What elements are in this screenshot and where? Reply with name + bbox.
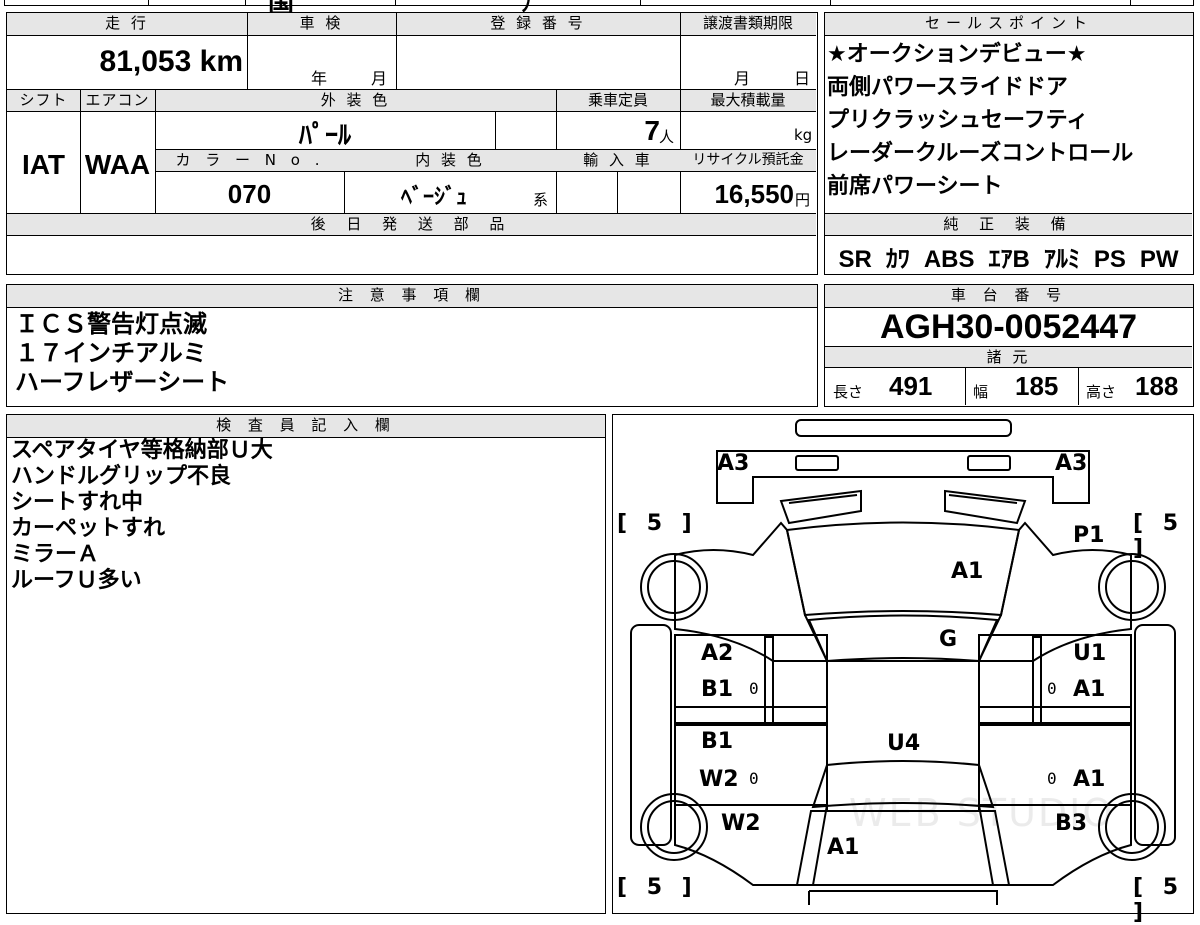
- equipment-item: ｶﾜ: [885, 246, 910, 273]
- vehicle-info-table: 走 行 車 検 登 録 番 号 譲渡書類期限 81,053 km 年 月 月 日…: [6, 12, 818, 275]
- mark-door-fl-1: A2: [701, 641, 734, 666]
- inspector-line: ミラーＡ: [11, 542, 100, 567]
- equipment-item: ABS: [923, 246, 975, 273]
- damage-diagram: A3 A3 [ 5 ] [ 5 ] [ 5 ] [ 5 ] P1 A1 G A2…: [612, 414, 1194, 925]
- interior-color-suffix: 系: [533, 191, 549, 209]
- equipment-item: ｴｱB: [988, 246, 1030, 273]
- mark-door-fl-2: B1: [701, 677, 734, 702]
- inspector-line: カーペットすれ: [11, 516, 166, 541]
- inspector-line: スペアタイヤ等格納部Ｕ大: [11, 438, 273, 463]
- sales-point-item: レーダークルーズコントロール: [827, 141, 1134, 166]
- mark-roof: U4: [887, 731, 921, 756]
- max-load-label: 最大積載量: [680, 90, 816, 111]
- shift-value: IAT: [21, 149, 66, 180]
- mark-door-fr-1: U1: [1073, 641, 1107, 666]
- specs-header: 諸 元: [825, 347, 1192, 367]
- capacity-label: 乗車定員: [556, 90, 680, 111]
- mark-tire-rl: [ 5 ]: [617, 875, 698, 900]
- length-value: 491: [889, 371, 933, 401]
- sales-point-item: 前席パワーシート: [827, 174, 1003, 199]
- recycle-unit: 円: [795, 191, 811, 209]
- inspector-line: ルーフＵ多い: [11, 568, 142, 593]
- length-label: 長さ: [833, 383, 864, 401]
- interior-color-label: 内 装 色: [344, 150, 556, 171]
- equipment-item: PS: [1093, 246, 1126, 273]
- recycle-value: 16,550: [714, 179, 794, 209]
- sales-points-list: ★オークションデビュー★ 両側パワースライドドア プリクラッシュセーフティレーダーク…: [825, 36, 1193, 203]
- max-load-unit: kg: [794, 126, 813, 144]
- color-no-label: カ ラ ー N o .: [156, 150, 344, 171]
- width-value: 185: [1015, 371, 1059, 401]
- mark-door-rl-2: W2: [699, 767, 739, 792]
- later-parts-label: 後 日 発 送 部 品: [7, 214, 816, 235]
- mark-windshield: G: [939, 627, 958, 652]
- note-line: ＩＣＳ警告灯点滅: [15, 310, 207, 338]
- mark-door-rl-1: B1: [701, 729, 734, 754]
- mileage-value: 81,053 km: [99, 45, 243, 78]
- inspection-label: 車 検: [247, 13, 396, 35]
- mark-door-fr-zero: 0: [1047, 679, 1057, 698]
- inspector-list: スペアタイヤ等格納部Ｕ大 ハンドルグリップ不良 シートすれ中 カーペットすれ ミラーＡ ル…: [7, 438, 605, 594]
- mark-door-fl-zero: 0: [749, 679, 759, 698]
- mark-quarter-rl: W2: [721, 811, 761, 836]
- mark-front-left: A3: [717, 451, 750, 476]
- shift-label: シフト: [7, 90, 80, 111]
- mark-front-right: A3: [1055, 451, 1088, 476]
- mark-door-fr-2: A1: [1073, 677, 1106, 702]
- chassis-header: 車 台 番 号: [825, 285, 1193, 308]
- aircon-value: WAA: [84, 149, 151, 180]
- mark-rear: A1: [827, 835, 860, 860]
- notes-box: 注 意 事 項 欄 ＩＣＳ警告灯点滅 １７インチアルミ ハーフレザーシート: [6, 284, 818, 407]
- equipment-list: SR ｶﾜ ABS ｴｱB ｱﾙﾐ PS PW: [825, 239, 1192, 274]
- height-label: 高さ: [1086, 383, 1117, 401]
- equipment-item: SR: [838, 246, 872, 273]
- aircon-label: エアコン: [80, 90, 155, 111]
- mark-door-rr: A1: [1073, 767, 1106, 792]
- sales-point-item: プリクラッシュセーフティ: [827, 108, 1089, 133]
- recycle-label: リサイクル預託金: [680, 150, 816, 171]
- interior-color-value: ﾍﾞｰｼﾞｭ: [400, 184, 467, 209]
- transfer-day: 日: [794, 69, 811, 88]
- capacity-value: 7: [644, 115, 660, 146]
- mark-door-rr-zero: 0: [1047, 769, 1057, 788]
- mileage-label: 走 行: [7, 13, 247, 35]
- inspector-header: 検 査 員 記 入 欄: [7, 415, 605, 438]
- notes-header: 注 意 事 項 欄: [7, 285, 817, 308]
- mark-tire-fl: [ 5 ]: [617, 511, 698, 536]
- sales-points-box: セールスポイント ★オークションデビュー★ 両側パワースライドドア プリクラッシュセ…: [824, 12, 1194, 275]
- width-label: 幅: [973, 383, 989, 401]
- inspection-year: 年: [311, 69, 328, 88]
- inspector-box: 検 査 員 記 入 欄 スペアタイヤ等格納部Ｕ大 ハンドルグリップ不良 シートすれ中…: [6, 414, 606, 914]
- mark-tire-fr: [ 5 ]: [1133, 511, 1185, 561]
- equipment-item: ｱﾙﾐ: [1043, 246, 1080, 273]
- exterior-color-label: 外 装 色: [155, 90, 556, 111]
- notes-list: ＩＣＳ警告灯点滅 １７インチアルミ ハーフレザーシート: [7, 308, 817, 397]
- sales-points-header: セールスポイント: [825, 13, 1193, 36]
- import-label: 輸 入 車: [556, 150, 680, 171]
- transfer-deadline-label: 譲渡書類期限: [680, 13, 816, 35]
- color-no-value: 070: [227, 179, 272, 209]
- note-line: ハーフレザーシート: [15, 368, 230, 396]
- mark-fender-fr: P1: [1073, 523, 1105, 548]
- transfer-month: 月: [734, 69, 751, 88]
- inspector-line: シートすれ中: [11, 490, 144, 515]
- height-value: 188: [1135, 371, 1179, 401]
- registration-label: 登 録 番 号: [396, 13, 680, 35]
- equipment-item: PW: [1139, 246, 1179, 273]
- inspector-line: ハンドルグリップ不良: [11, 464, 232, 489]
- sales-point-item: ★オークションデビュー★: [827, 42, 1087, 67]
- sales-point-item: 両側パワースライドドア: [827, 75, 1068, 100]
- mark-hood: A1: [951, 559, 984, 584]
- chassis-box: 車 台 番 号 AGH30-0052447 諸 元 長さ 491 幅 185 高…: [824, 284, 1194, 407]
- inspection-month: 月: [371, 69, 388, 88]
- exterior-color-value: ﾊﾟｰﾙ: [298, 120, 351, 150]
- mark-tire-rr: [ 5 ]: [1133, 875, 1185, 925]
- mark-door-rl-zero: 0: [749, 769, 759, 788]
- watermark: WEB STUDIO: [849, 791, 1115, 835]
- capacity-unit: 人: [659, 128, 675, 146]
- equipment-header: 純 正 装 備: [825, 214, 1192, 235]
- chassis-number: AGH30-0052447: [879, 308, 1138, 346]
- note-line: １７インチアルミ: [15, 339, 207, 367]
